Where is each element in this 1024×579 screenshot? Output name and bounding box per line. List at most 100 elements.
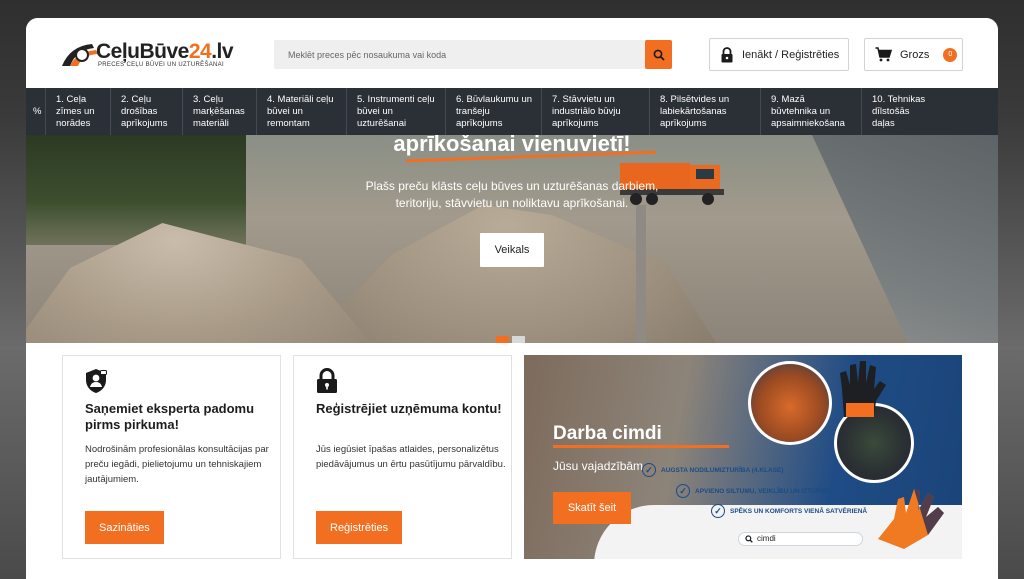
search-input[interactable] xyxy=(274,40,644,69)
login-register-label: Ienākt / Reģistrēties xyxy=(742,48,840,61)
nav-item-label-line: 8. Pilsētvides un xyxy=(660,93,730,105)
checkmark-icon: ✓ xyxy=(642,463,656,477)
nav-item-category-8[interactable]: 8. Pilsētvides un labiekārtošanas aprīkoju… xyxy=(650,88,761,135)
expert-card-text: Nodrošinām profesionālas konsultācijas p… xyxy=(85,444,269,485)
category-nav: % 1. Ceļa zīmes un norādes 2. Ceļu drošības ap… xyxy=(26,88,998,135)
cart-count-badge: 0 xyxy=(943,47,958,62)
slider-dot-1[interactable] xyxy=(496,336,509,343)
hero-concrete-pole xyxy=(636,205,646,343)
promo-feature-2: ✓ APVIENO SILTUMU, VEIKLĪBU UN IZTURĪBU xyxy=(676,484,832,498)
nav-item-label-line: būvei un xyxy=(357,105,393,117)
nav-item-label: 5. Instrumenti ceļu būvei un uzturēšanai xyxy=(357,94,435,130)
nav-item-label: 9. Mazā būvtehnika un apsaimniekošana xyxy=(771,94,845,130)
nav-item-label-line: 3. Ceļu xyxy=(193,93,224,105)
glove-photo-circle-1 xyxy=(748,361,832,445)
shop-button[interactable]: Veikals xyxy=(480,233,544,267)
nav-item-category-7[interactable]: 7. Stāvvietu un industriālo būvju aprīkoju… xyxy=(542,88,650,135)
hero-subtitle-line-2: teritoriju, stāvvietu un noliktavu aprīk… xyxy=(395,196,629,210)
lock-icon xyxy=(317,368,337,393)
nav-item-label-line: % xyxy=(33,105,42,117)
nav-item-label: % xyxy=(33,106,41,118)
nav-item-label-line: daļas xyxy=(872,117,895,129)
promo-search-mock: cimdi xyxy=(738,532,863,546)
promo-feature-1: ✓ AUGSTA NODILUMIZTURĪBA (4.KLASE) xyxy=(642,463,784,477)
search-button[interactable] xyxy=(645,40,672,69)
nav-item-category-5[interactable]: 5. Instrumenti ceļu būvei un uzturēšanai xyxy=(347,88,446,135)
register-card-title: Reģistrējiet uzņēmuma kontu! xyxy=(316,401,502,416)
nav-item-category-9[interactable]: 9. Mazā būvtehnika un apsaimniekošana xyxy=(761,88,862,135)
nav-item-label-line: drošības xyxy=(121,105,158,117)
checkmark-icon: ✓ xyxy=(711,504,725,518)
logo-brand-main: CeļuBūve xyxy=(96,40,189,63)
contact-button[interactable]: Sazināties xyxy=(85,511,164,544)
login-register-button[interactable]: Ienākt / Reģistrēties xyxy=(709,38,849,71)
nav-item-category-2[interactable]: 2. Ceļu drošības aprīkojums xyxy=(111,88,183,135)
nav-item-category-3[interactable]: 3. Ceļu marķēšanas materiāli xyxy=(183,88,257,135)
nav-item-label-line: aprīkojums xyxy=(552,117,599,129)
hero-subtitle-line-1: Plašs preču klāsts ceļu būves un uzturēš… xyxy=(365,179,659,193)
search-bar xyxy=(274,40,672,69)
nav-item-label-line: 9. Mazā xyxy=(771,93,805,105)
expert-card-title: Saņemiet eksperta padomu pirms pirkuma! xyxy=(85,401,255,432)
cart-button[interactable]: Grozs 0 xyxy=(864,38,963,71)
promo-subtitle: Jūsu vajadzībām xyxy=(553,459,644,473)
search-icon xyxy=(653,49,665,61)
promo-feature-2-text: APVIENO SILTUMU, VEIKLĪBU UN IZTURĪBU xyxy=(695,487,832,495)
nav-item-label-line: 5. Instrumenti ceļu xyxy=(357,93,435,105)
nav-item-label-line: marķēšanas xyxy=(193,105,245,117)
site-logo[interactable]: CeļuBūve24.lv PRECES CEĻU BŪVEI UN UZTUR… xyxy=(60,40,250,70)
view-here-button[interactable]: Skatīt šeit xyxy=(553,492,631,524)
nav-item-label-line: 7. Stāvvietu un xyxy=(552,93,615,105)
logo-brand-tld: .lv xyxy=(211,40,234,63)
nav-item-label: 3. Ceļu marķēšanas materiāli xyxy=(193,94,245,130)
gloves-promo-banner[interactable]: Darba cimdi Jūsu vajadzībām Skatīt šeit … xyxy=(524,355,962,559)
nav-item-label-line: industriālo būvju xyxy=(552,105,621,117)
nav-item-label-line: apsaimniekošana xyxy=(771,117,845,129)
nav-item-label-line: aprīkojums xyxy=(121,117,168,129)
nav-item-label-line: būvtehnika un xyxy=(771,105,831,117)
nav-item-label-line: 4. Materiāli ceļu xyxy=(267,93,334,105)
promo-feature-1-text: AUGSTA NODILUMIZTURĪBA (4.KLASE) xyxy=(661,466,784,474)
nav-item-category-6[interactable]: 6. Būvlaukumu un tranšeju aprīkojums xyxy=(446,88,542,135)
nav-item-label-line: 6. Būvlaukumu un xyxy=(456,93,533,105)
nav-item-label-line: dīlstošās xyxy=(872,105,910,117)
promo-title: Darba cimdi xyxy=(553,423,662,444)
nav-item-label-line: tranšeju xyxy=(456,105,490,117)
promo-feature-3: ✓ SPĒKS UN KOMFORTS VIENĀ SATVĒRIENĀ xyxy=(711,504,867,518)
nav-item-label-line: būvei un xyxy=(267,105,303,117)
promo-feature-3-text: SPĒKS UN KOMFORTS VIENĀ SATVĒRIENĀ xyxy=(730,507,868,515)
nav-item-label-line: aprīkojums xyxy=(456,117,503,129)
logo-tagline: PRECES CEĻU BŪVEI UN UZTURĒŠANAI xyxy=(98,62,224,68)
slider-dots xyxy=(496,336,525,343)
nav-item-label-line: 10. Tehnikas xyxy=(872,93,926,105)
nav-item-label: 1. Ceļa zīmes un norādes xyxy=(56,94,95,130)
nav-item-category-1[interactable]: 1. Ceļa zīmes un norādes xyxy=(46,88,111,135)
nav-item-label-line: aprīkojums xyxy=(660,117,707,129)
nav-item-label-line: 2. Ceļu xyxy=(121,93,152,105)
site-header: CeļuBūve24.lv PRECES CEĻU BŪVEI UN UZTUR… xyxy=(26,18,998,88)
promo-title-underline xyxy=(553,445,729,448)
nav-item-category-4[interactable]: 4. Materiāli ceļu būvei un remontam xyxy=(257,88,347,135)
nav-item-label: 6. Būvlaukumu un tranšeju aprīkojums xyxy=(456,94,532,130)
register-card-text: Jūs iegūsiet īpašas atlaides, personaliz… xyxy=(316,444,506,470)
logo-road-icon xyxy=(62,44,98,66)
nav-item-label-line: remontam xyxy=(267,117,310,129)
checkmark-icon: ✓ xyxy=(676,484,690,498)
cart-icon xyxy=(875,47,892,62)
promo-search-text: cimdi xyxy=(757,534,776,543)
nav-item-category-10[interactable]: 10. Tehnikas dīlstošās daļas xyxy=(862,88,948,135)
nav-item-discounts[interactable]: % xyxy=(26,88,46,135)
register-button[interactable]: Reģistrēties xyxy=(316,511,403,544)
expert-shield-icon xyxy=(86,369,107,393)
cart-label: Grozs xyxy=(900,48,930,61)
register-company-card: Reģistrējiet uzņēmuma kontu! Jūs iegūsie… xyxy=(293,355,512,559)
black-glove-image xyxy=(840,361,886,417)
nav-item-label-line: zīmes un xyxy=(56,105,95,117)
hero-banner: aprīkošanai vienuvietī! Plašs preču klās… xyxy=(26,135,998,343)
hero-subtitle: Plašs preču klāsts ceļu būves un uzturēš… xyxy=(26,178,998,212)
slider-dot-2[interactable] xyxy=(512,336,525,343)
nav-item-label: 7. Stāvvietu un industriālo būvju aprīkoju… xyxy=(552,94,621,130)
nav-item-label: 8. Pilsētvides un labiekārtošanas aprīkoju… xyxy=(660,94,729,130)
search-icon xyxy=(745,535,753,543)
logo-brand-number: 24 xyxy=(188,40,212,63)
